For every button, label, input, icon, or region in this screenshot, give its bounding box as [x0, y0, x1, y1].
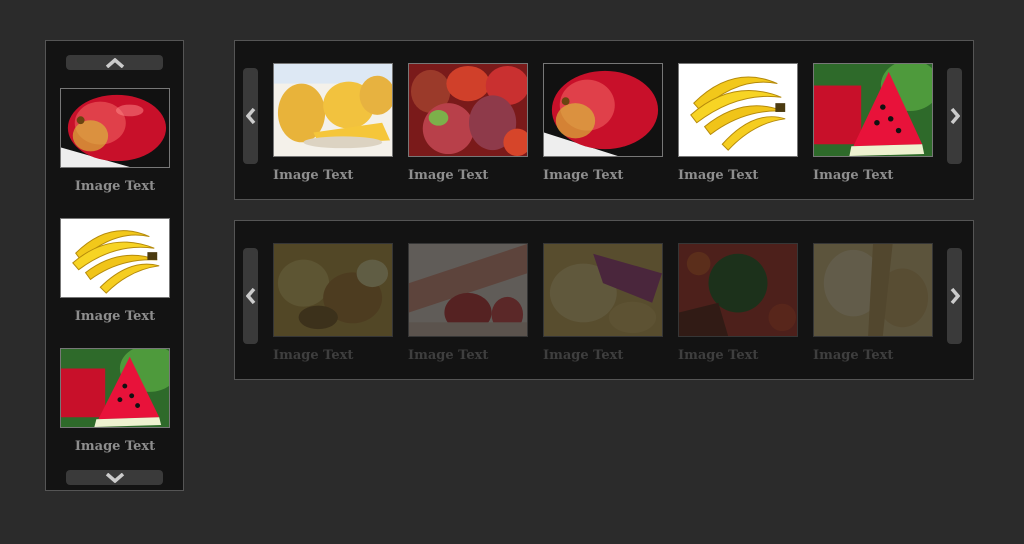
next-button[interactable]	[947, 248, 962, 344]
item-caption: Image Text	[74, 439, 156, 454]
mango-slices-image[interactable]	[273, 63, 393, 157]
scroll-down-button[interactable]	[66, 470, 163, 485]
item-caption: Image Text	[678, 168, 759, 183]
list-item[interactable]: Image Text	[813, 63, 933, 188]
chevron-right-icon	[950, 287, 960, 305]
food-carousel: Image Text Image Text Image Text Image T…	[234, 220, 974, 380]
item-caption: Image Text	[543, 168, 624, 183]
item-caption: Image Text	[813, 348, 894, 363]
list-item[interactable]: Image Text	[408, 243, 528, 368]
next-button[interactable]	[947, 68, 962, 164]
item-caption: Image Text	[273, 168, 354, 183]
list-item[interactable]: Image Text	[678, 243, 798, 368]
food-dish-image[interactable]	[678, 243, 798, 337]
list-item[interactable]: Image Text	[813, 243, 933, 368]
list-item[interactable]: Image Text	[543, 243, 663, 368]
prev-button[interactable]	[243, 68, 258, 164]
list-item[interactable]: Image Text	[273, 243, 393, 368]
list-item[interactable]: Image Text	[408, 63, 528, 188]
watermelon-image[interactable]	[60, 348, 170, 428]
list-item[interactable]: Image Text	[273, 63, 393, 188]
chevron-left-icon	[245, 287, 255, 305]
watermelon-image[interactable]	[813, 63, 933, 157]
food-dish-image[interactable]	[408, 243, 528, 337]
chevron-left-icon	[245, 107, 255, 125]
item-caption: Image Text	[678, 348, 759, 363]
scroll-up-button[interactable]	[66, 55, 163, 70]
item-caption: Image Text	[273, 348, 354, 363]
item-caption: Image Text	[813, 168, 894, 183]
item-caption: Image Text	[74, 309, 156, 324]
food-dish-image[interactable]	[813, 243, 933, 337]
chevron-right-icon	[950, 107, 960, 125]
mangoes-image[interactable]	[408, 63, 528, 157]
item-caption: Image Text	[408, 348, 489, 363]
vertical-carousel: Image Text Image Text Image Text	[45, 40, 184, 491]
chevron-down-icon	[105, 472, 124, 483]
prev-button[interactable]	[243, 248, 258, 344]
item-caption: Image Text	[74, 179, 156, 194]
chevron-up-icon	[105, 57, 124, 68]
item-caption: Image Text	[543, 348, 624, 363]
list-item[interactable]: Image Text	[678, 63, 798, 188]
bananas-image[interactable]	[60, 218, 170, 298]
apple-image[interactable]	[543, 63, 663, 157]
list-item[interactable]: Image Text	[543, 63, 663, 188]
bananas-image[interactable]	[678, 63, 798, 157]
fruit-carousel: Image Text Image Text Image Text Image T…	[234, 40, 974, 200]
food-dish-image[interactable]	[543, 243, 663, 337]
apple-image[interactable]	[60, 88, 170, 168]
item-caption: Image Text	[408, 168, 489, 183]
food-dish-image[interactable]	[273, 243, 393, 337]
